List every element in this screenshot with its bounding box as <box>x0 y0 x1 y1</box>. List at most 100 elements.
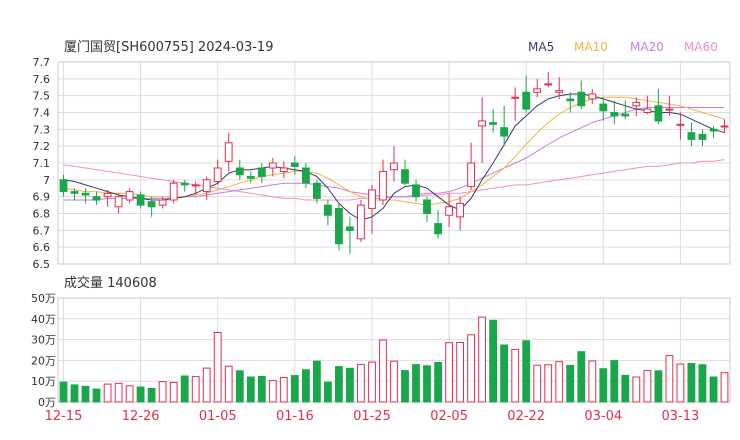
candle-body <box>290 162 299 167</box>
candlestick <box>224 132 233 172</box>
candle-body <box>114 196 123 208</box>
kline-chart: 7.7 7.6 7.5 7.4 7.3 7.2 7.1 7 6.9 6.8 6.7 6.6 6.5 50万… <box>0 0 740 440</box>
date-tick-label: 02-05 <box>430 409 468 424</box>
candle-body <box>555 90 564 93</box>
candlestick <box>379 159 387 206</box>
candle-body <box>158 199 167 206</box>
candle-body <box>599 103 608 112</box>
volume-bar <box>136 386 145 403</box>
candlestick <box>467 142 476 190</box>
volume-bar <box>500 344 509 403</box>
grid <box>57 61 731 403</box>
candle-body <box>654 105 663 122</box>
volume-bar <box>698 364 707 403</box>
volume-tick-label: 30万 <box>31 334 56 347</box>
volume-tick-label: 20万 <box>31 354 56 367</box>
volume-bar <box>191 376 200 403</box>
volume-bar <box>92 388 101 403</box>
volume-bar <box>522 340 531 403</box>
candle-body <box>92 196 101 201</box>
candle-body <box>698 133 707 140</box>
volume-bar <box>566 364 575 403</box>
volume-bar <box>467 334 476 403</box>
price-tick-label: 7.3 <box>33 123 51 136</box>
axes: 7.7 7.6 7.5 7.4 7.3 7.2 7.1 7 6.9 6.8 6.7 6.6 6.5 50万… <box>31 56 56 409</box>
candlestick <box>654 88 663 125</box>
candlestick <box>610 100 619 125</box>
legend-ma60: MA60 <box>684 40 718 54</box>
volume-bar <box>246 376 255 403</box>
volume-bar <box>676 363 685 403</box>
volume-bar <box>202 367 211 403</box>
candle-body <box>368 189 376 209</box>
volume-bar <box>290 375 299 403</box>
candle-body <box>566 98 575 102</box>
volume-bar <box>610 360 619 403</box>
candle-body <box>268 162 277 169</box>
legend-ma20: MA20 <box>630 40 664 54</box>
price-tick-label: 7.4 <box>33 107 51 120</box>
candle-body <box>136 194 145 206</box>
volume-bar <box>257 375 266 403</box>
candlestick <box>533 78 542 98</box>
price-tick-label: 6.8 <box>33 208 51 221</box>
volume-bar <box>103 383 112 403</box>
candlestick <box>632 97 641 116</box>
candlestick <box>720 119 729 133</box>
price-tick-label: 7.6 <box>33 73 51 86</box>
volume-bar <box>577 351 586 403</box>
candle-body <box>390 162 398 171</box>
candle-body <box>257 167 266 177</box>
candle-body <box>180 182 189 186</box>
candle-body <box>235 167 244 176</box>
volume-bar <box>632 376 641 403</box>
price-tick-label: 6.5 <box>33 258 51 271</box>
volume-bar <box>114 382 123 403</box>
candle-body <box>191 184 200 187</box>
candlestick <box>279 161 288 179</box>
volume-bar <box>59 381 68 403</box>
volume-bar <box>313 360 321 403</box>
price-tick-label: 7.2 <box>33 140 51 153</box>
volume-bar <box>368 361 376 403</box>
candle-body <box>81 192 90 196</box>
candle-body <box>511 96 520 99</box>
volume-bar <box>478 316 487 403</box>
volume-bar <box>654 370 663 403</box>
chart-canvas: 7.7 7.6 7.5 7.4 7.3 7.2 7.1 7 6.9 6.8 6.7 6.6 6.5 50万… <box>31 40 731 424</box>
volume-bar <box>709 376 718 403</box>
volume-tick-label: 0万 <box>38 396 56 409</box>
date-tick-label: 03-04 <box>584 409 622 424</box>
volume-label: 成交量 140608 <box>64 275 157 291</box>
candlestick <box>599 97 608 121</box>
candle-body <box>489 122 498 125</box>
volume-bar <box>687 363 696 403</box>
candlestick <box>676 112 685 140</box>
date-tick-label: 03-13 <box>662 409 700 424</box>
candle-body <box>213 167 222 182</box>
volume-bar <box>621 374 630 403</box>
candlestick <box>544 72 553 88</box>
candlestick <box>180 179 189 192</box>
candlestick <box>302 163 310 189</box>
candle-body <box>720 125 729 128</box>
candle-body <box>478 120 487 127</box>
candlestick <box>335 203 343 251</box>
candle-body <box>202 179 211 193</box>
candle-body <box>401 169 409 184</box>
candlestick <box>246 171 255 184</box>
volume-bar <box>599 368 608 403</box>
volume-bar <box>489 319 498 403</box>
candle-body <box>621 113 630 117</box>
volume-tick-label: 50万 <box>31 292 56 305</box>
candle-body <box>379 170 387 201</box>
candlestick <box>456 196 465 231</box>
price-tick-label: 7.1 <box>33 157 51 170</box>
volume-bar <box>511 348 520 403</box>
candlestick <box>423 196 431 222</box>
candlestick <box>368 184 376 234</box>
candlestick <box>434 210 443 239</box>
volume-bar <box>335 366 343 403</box>
date-tick-label: 02-22 <box>507 409 545 424</box>
legend: MA5 MA10 MA20 MA60 <box>528 40 718 54</box>
